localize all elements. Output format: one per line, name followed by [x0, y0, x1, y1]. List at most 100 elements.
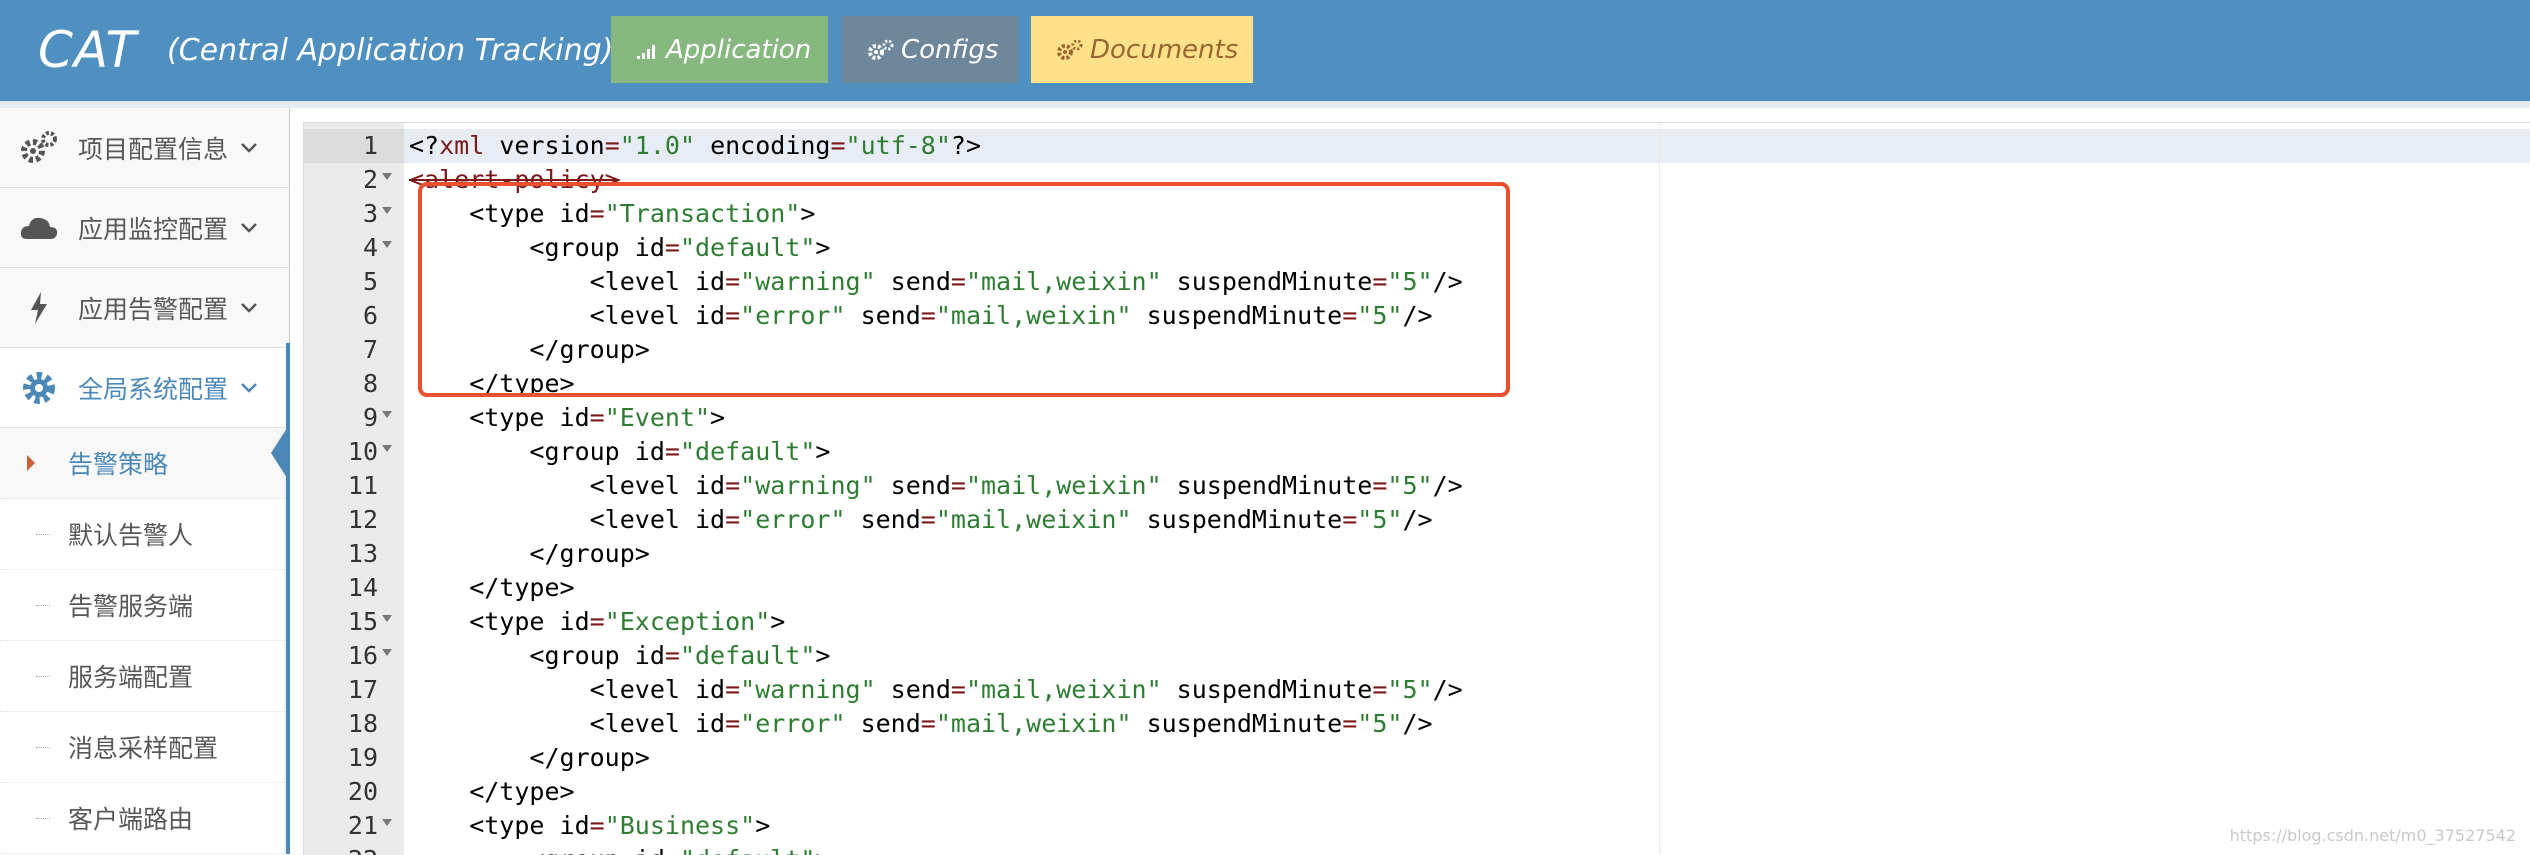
- code-token: "utf-8": [845, 131, 951, 160]
- code-line[interactable]: 17 <level id="warning" send="mail,weixin…: [304, 673, 2530, 707]
- code-token: "warning": [740, 675, 876, 704]
- code-token: <level: [409, 505, 695, 534]
- code-token: "5": [1387, 675, 1433, 704]
- line-number: 15: [347, 607, 378, 636]
- chevron-down-icon: [241, 302, 257, 313]
- sidebar-subitem-sampling-config[interactable]: 消息采样配置: [0, 712, 284, 783]
- code-line[interactable]: 9 <type id="Event">: [304, 401, 2530, 435]
- sidebar-item-app-monitor[interactable]: 应用监控配置: [0, 188, 289, 268]
- bolt-icon: [17, 286, 61, 330]
- fold-arrow-icon[interactable]: [382, 819, 392, 826]
- code-token: <?: [409, 131, 440, 160]
- code-token: "mail,weixin": [935, 505, 1132, 534]
- fold-arrow-icon[interactable]: [382, 207, 392, 214]
- fold-arrow-icon[interactable]: [382, 411, 392, 418]
- code-line[interactable]: 21 <type id="Business">: [304, 809, 2530, 843]
- code-token: <group: [409, 437, 635, 466]
- sidebar: 项目配置信息 应用监控配置 应用告警配置 全局系统配置 告警策略 默认告警人 告…: [0, 108, 290, 854]
- code-token: =: [725, 709, 741, 738]
- code-token: <type: [409, 607, 560, 636]
- code-token: =: [830, 131, 846, 160]
- code-text: <level id="error" send="mail,weixin" sus…: [409, 707, 1433, 741]
- brand[interactable]: CAT (Central Application Tracking): [38, 10, 613, 90]
- code-token: =: [664, 641, 680, 670]
- code-token: id: [559, 607, 590, 636]
- sidebar-subitem-server-config[interactable]: 服务端配置: [0, 641, 284, 712]
- code-token: "error": [740, 505, 846, 534]
- line-number: 14: [347, 573, 378, 602]
- sidebar-active-bar: [286, 343, 290, 854]
- sidebar-item-global-config[interactable]: 全局系统配置: [0, 348, 289, 428]
- fold-arrow-icon[interactable]: [382, 445, 392, 452]
- sidebar-subitem-client-router[interactable]: 客户端路由: [0, 783, 284, 854]
- configs-button[interactable]: Configs: [842, 16, 1018, 83]
- code-token: "mail,weixin": [935, 709, 1132, 738]
- line-number: 22: [304, 843, 378, 855]
- code-line[interactable]: 18 <level id="error" send="mail,weixin" …: [304, 707, 2530, 741]
- sidebar-item-app-alert[interactable]: 应用告警配置: [0, 268, 289, 348]
- line-number: 2: [362, 165, 378, 194]
- code-token: suspendMinute: [1161, 675, 1373, 704]
- highlight-box: [418, 182, 1510, 397]
- code-line[interactable]: 15 <type id="Exception">: [304, 605, 2530, 639]
- code-line[interactable]: 13 </group>: [304, 537, 2530, 571]
- code-text: <group id="default">: [409, 843, 830, 855]
- fold-arrow-icon[interactable]: [382, 173, 392, 180]
- documents-button[interactable]: Documents: [1031, 16, 1253, 83]
- sidebar-item-label: 应用告警配置: [78, 294, 229, 324]
- code-line[interactable]: 22 <group id="default">: [304, 843, 2530, 855]
- code-line[interactable]: 10 <group id="default">: [304, 435, 2530, 469]
- code-token: =: [664, 437, 680, 466]
- code-line[interactable]: 12 <level id="error" send="mail,weixin" …: [304, 503, 2530, 537]
- code-token: =: [920, 709, 936, 738]
- code-line[interactable]: 20 </type>: [304, 775, 2530, 809]
- sidebar-subitem-label: 告警服务端: [68, 592, 194, 621]
- code-line[interactable]: 19 </group>: [304, 741, 2530, 775]
- fold-arrow-icon[interactable]: [382, 241, 392, 248]
- code-token: id: [694, 709, 726, 738]
- code-token: "error": [740, 709, 846, 738]
- code-text: <type id="Exception">: [409, 605, 785, 639]
- code-token: >: [755, 811, 771, 840]
- code-text: <group id="default">: [409, 639, 830, 673]
- sidebar-subitem-alert-policy[interactable]: 告警策略: [0, 428, 284, 499]
- line-number: 21: [347, 811, 378, 840]
- code-token: ?>: [950, 131, 982, 160]
- code-token: "Event": [604, 403, 711, 432]
- code-line[interactable]: 14 </type>: [304, 571, 2530, 605]
- code-token: id: [694, 675, 726, 704]
- code-token: =: [604, 131, 620, 160]
- line-number: 11: [347, 471, 378, 500]
- sidebar-subitem-label: 告警策略: [68, 450, 169, 479]
- fold-arrow-icon[interactable]: [382, 615, 392, 622]
- code-token: version: [484, 131, 605, 160]
- code-text: <?xml version="1.0" encoding="utf-8"?>: [409, 129, 981, 163]
- code-token: "mail,weixin": [965, 675, 1162, 704]
- code-token: "1.0": [619, 131, 696, 160]
- line-number: 3: [362, 199, 378, 228]
- code-token: "default": [679, 641, 816, 670]
- code-token: >: [770, 607, 786, 636]
- application-button[interactable]: Application: [611, 16, 828, 83]
- code-line[interactable]: 1 <?xml version="1.0" encoding="utf-8"?>: [304, 129, 2530, 163]
- code-token: id: [634, 437, 665, 466]
- code-text: <type id="Business">: [409, 809, 770, 843]
- code-line[interactable]: 16 <group id="default">: [304, 639, 2530, 673]
- sidebar-subitem-alert-server[interactable]: 告警服务端: [0, 570, 284, 641]
- line-number: 12: [347, 505, 378, 534]
- code-token: suspendMinute: [1131, 709, 1343, 738]
- line-number: 7: [362, 335, 378, 364]
- documents-button-label: Documents: [1090, 34, 1239, 65]
- code-token: "5": [1357, 709, 1403, 738]
- code-token: <level: [409, 709, 695, 738]
- code-token: />: [1402, 709, 1433, 738]
- code-line[interactable]: 11 <level id="warning" send="mail,weixin…: [304, 469, 2530, 503]
- fold-arrow-icon[interactable]: [382, 649, 392, 656]
- chevron-down-icon: [241, 382, 257, 393]
- code-token: </group>: [409, 743, 650, 772]
- sidebar-item-project-config[interactable]: 项目配置信息: [0, 108, 289, 188]
- caret-right-icon: [27, 455, 35, 471]
- sidebar-subitem-default-receiver[interactable]: 默认告警人: [0, 499, 284, 570]
- code-token: id: [559, 811, 590, 840]
- code-token: <type: [409, 811, 560, 840]
